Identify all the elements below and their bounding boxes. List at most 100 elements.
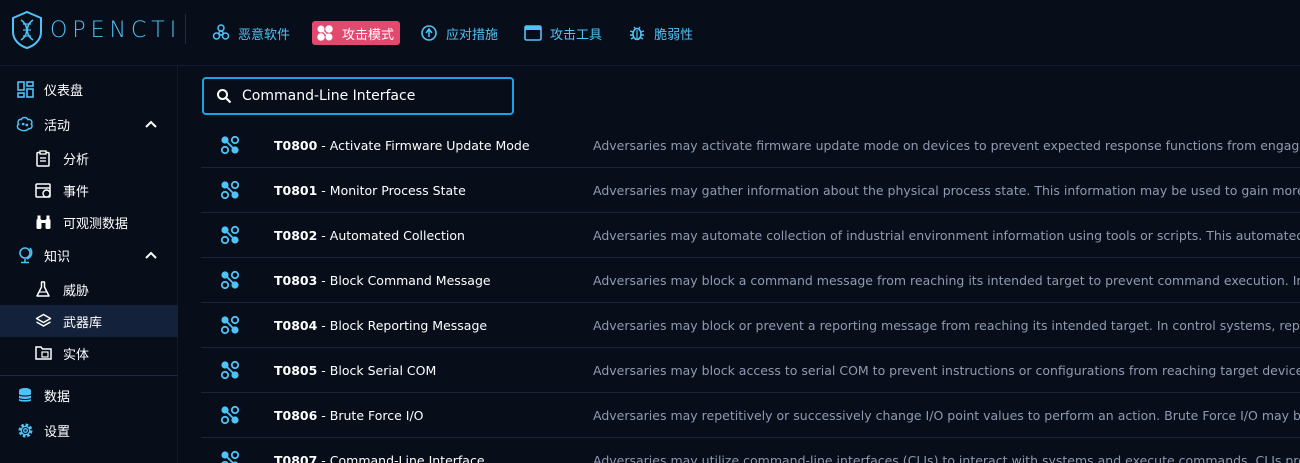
row-title: - Activate Firmware Update Mode	[317, 137, 530, 153]
tab-malware-label: 恶意软件	[238, 27, 291, 43]
database-icon	[16, 386, 34, 404]
opencti-logo[interactable]: OPENCTI	[10, 10, 181, 50]
binoculars-icon	[34, 213, 52, 231]
sidebar-item-knowledge[interactable]: 知识	[0, 239, 178, 271]
row-name: T0802 - Automated Collection	[274, 228, 465, 243]
row-title: - Block Serial COM	[317, 362, 437, 378]
sidebar-item-entities[interactable]: 实体	[0, 337, 178, 369]
row-id: T0805	[274, 362, 318, 378]
list-item[interactable]: T0800 - Activate Firmware Update Mode Ad…	[201, 123, 1300, 168]
row-name: T0801 - Monitor Process State	[274, 183, 466, 198]
sidebar-item-label: 威胁	[63, 283, 90, 299]
row-name: T0804 - Block Reporting Message	[274, 318, 487, 333]
brain-icon	[16, 115, 34, 133]
course-of-action-icon	[420, 24, 438, 42]
tab-courses-of-action-label: 应对措施	[446, 27, 499, 43]
attack-pattern-icon	[220, 315, 240, 335]
row-id: T0803	[274, 272, 318, 288]
tab-attack-patterns[interactable]: 攻击模式	[312, 21, 401, 45]
layers-icon	[34, 312, 52, 330]
top-bar: OPENCTI 恶意软件 攻击模式 应对措施 攻击工具 脆弱性	[0, 0, 1300, 66]
sidebar-divider	[0, 375, 178, 376]
row-name: T0805 - Block Serial COM	[274, 363, 436, 378]
sidebar-item-data[interactable]: 数据	[0, 379, 178, 411]
list-item[interactable]: T0805 - Block Serial COM Adversaries may…	[201, 348, 1300, 393]
row-title: - Monitor Process State	[317, 182, 466, 198]
tab-vulnerabilities-label: 脆弱性	[654, 27, 694, 43]
sidebar-item-label: 武器库	[63, 315, 103, 331]
attack-pattern-icon	[220, 225, 240, 245]
tab-vulnerabilities[interactable]: 脆弱性	[624, 21, 699, 45]
row-name: T0800 - Activate Firmware Update Mode	[274, 138, 530, 153]
row-title: - Automated Collection	[317, 227, 465, 243]
globe-stand-icon	[16, 246, 34, 264]
main-content: T0800 - Activate Firmware Update Mode Ad…	[179, 66, 1300, 463]
clipboard-icon	[34, 149, 52, 167]
row-description: Adversaries may automate collection of i…	[593, 227, 1300, 243]
flask-icon	[34, 280, 52, 298]
sidebar-item-label: 事件	[63, 184, 90, 200]
row-description: Adversaries may block access to serial C…	[593, 362, 1300, 378]
row-description: Adversaries may repetitively or successi…	[593, 407, 1300, 423]
row-description: Adversaries may gather information about…	[593, 182, 1300, 198]
row-name: T0807 - Command-Line Interface	[274, 453, 485, 463]
attack-pattern-icon	[316, 24, 334, 42]
sidebar-item-label: 仪表盘	[44, 83, 84, 99]
attack-pattern-icon	[220, 135, 240, 155]
row-description: Adversaries may block or prevent a repor…	[593, 317, 1300, 333]
sidebar-item-label: 分析	[63, 152, 90, 168]
list-item[interactable]: T0801 - Monitor Process State Adversarie…	[201, 168, 1300, 213]
row-name: T0803 - Block Command Message	[274, 273, 491, 288]
row-name: T0806 - Brute Force I/O	[274, 408, 424, 423]
biohazard-icon	[212, 24, 230, 42]
row-id: T0801	[274, 182, 318, 198]
sidebar-item-dashboard[interactable]: 仪表盘	[0, 73, 178, 105]
sidebar-item-settings[interactable]: 设置	[0, 414, 178, 446]
row-title: - Brute Force I/O	[317, 407, 424, 423]
tab-courses-of-action[interactable]: 应对措施	[416, 21, 504, 45]
sidebar-item-analysis[interactable]: 分析	[0, 142, 178, 174]
row-description: Adversaries may block a command message …	[593, 272, 1300, 288]
dashboard-icon	[16, 80, 34, 98]
row-description: Adversaries may activate firmware update…	[593, 137, 1300, 153]
row-title: - Command-Line Interface	[317, 452, 485, 463]
bug-icon	[628, 24, 646, 42]
attack-pattern-icon	[220, 270, 240, 290]
sidebar-item-label: 知识	[44, 249, 71, 265]
sidebar-item-label: 设置	[44, 424, 71, 440]
row-id: T0800	[274, 137, 318, 153]
attack-pattern-icon	[220, 450, 240, 463]
row-id: T0802	[274, 227, 318, 243]
list-item[interactable]: T0807 - Command-Line Interface Adversari…	[201, 438, 1300, 463]
sidebar-item-label: 实体	[63, 347, 90, 363]
list-item[interactable]: T0804 - Block Reporting Message Adversar…	[201, 303, 1300, 348]
sidebar-item-label: 数据	[44, 389, 71, 405]
list-item[interactable]: T0803 - Block Command Message Adversarie…	[201, 258, 1300, 303]
row-id: T0806	[274, 407, 318, 423]
sidebar-item-label: 可观测数据	[63, 216, 129, 232]
gear-icon	[16, 421, 34, 439]
list-item[interactable]: T0802 - Automated Collection Adversaries…	[201, 213, 1300, 258]
logo-text: OPENCTI	[50, 17, 182, 43]
attack-pattern-icon	[220, 360, 240, 380]
row-id: T0804	[274, 317, 318, 333]
row-id: T0807	[274, 452, 318, 463]
sidebar-item-arsenal[interactable]: 武器库	[0, 305, 178, 337]
tab-malware[interactable]: 恶意软件	[208, 21, 296, 45]
list-item[interactable]: T0806 - Brute Force I/O Adversaries may …	[201, 393, 1300, 438]
search-icon	[216, 88, 232, 104]
search-box[interactable]	[202, 77, 514, 115]
sidebar-item-events[interactable]: 事件	[0, 174, 178, 206]
dna-shield-icon	[12, 10, 42, 50]
sidebar-item-threats[interactable]: 威胁	[0, 273, 178, 305]
sidebar-item-observations[interactable]: 可观测数据	[0, 206, 178, 238]
tab-tools[interactable]: 攻击工具	[520, 21, 608, 45]
search-input[interactable]	[242, 88, 502, 104]
logo-divider	[185, 14, 186, 44]
chevron-up-icon[interactable]	[144, 248, 158, 266]
row-title: - Block Reporting Message	[317, 317, 488, 333]
sidebar-item-activities[interactable]: 活动	[0, 108, 178, 140]
row-description: Adversaries may utilize command-line int…	[593, 452, 1300, 463]
folder-table-icon	[34, 344, 52, 362]
chevron-up-icon[interactable]	[144, 117, 158, 135]
